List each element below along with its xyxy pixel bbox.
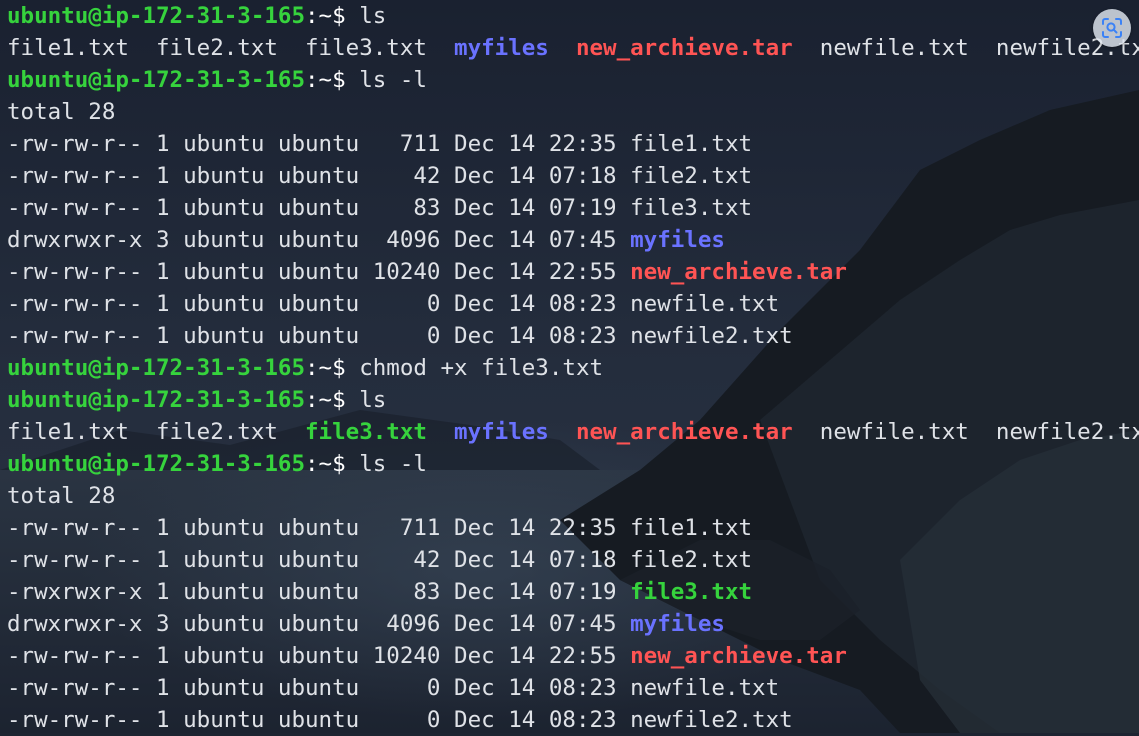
terminal-line: file1.txt file2.txt file3.txt myfiles ne… [7, 416, 1139, 448]
prompt-user-host: ubuntu@ip-172-31-3-165 [7, 355, 306, 381]
terminal-text: ls [359, 3, 387, 29]
terminal-line: -rw-rw-r-- 1 ubuntu ubuntu 83 Dec 14 07:… [7, 192, 1139, 224]
prompt-user-host: ubuntu@ip-172-31-3-165 [7, 3, 306, 29]
executable-file-name: file3.txt [305, 419, 427, 445]
terminal-line: -rwxrwxr-x 1 ubuntu ubuntu 83 Dec 14 07:… [7, 576, 1139, 608]
terminal-text: -rw-rw-r-- 1 ubuntu ubuntu 0 Dec 14 08:2… [7, 707, 793, 733]
terminal-line: -rw-rw-r-- 1 ubuntu ubuntu 42 Dec 14 07:… [7, 544, 1139, 576]
terminal-text: -rw-rw-r-- 1 ubuntu ubuntu 42 Dec 14 07:… [7, 163, 753, 189]
terminal-line: file1.txt file2.txt file3.txt myfiles ne… [7, 32, 1139, 64]
directory-name: myfiles [454, 35, 549, 61]
prompt-path: :~$ [305, 387, 360, 413]
prompt-user-host: ubuntu@ip-172-31-3-165 [7, 451, 306, 477]
terminal-text: -rw-rw-r-- 1 ubuntu ubuntu 0 Dec 14 08:2… [7, 291, 780, 317]
terminal-text: ls -l [359, 451, 427, 477]
archive-file-name: new_archieve.tar [575, 419, 793, 445]
prompt-path: :~$ [305, 355, 360, 381]
terminal-text: file1.txt file2.txt [7, 419, 306, 445]
prompt-path: :~$ [305, 3, 360, 29]
terminal-text: total 28 [7, 99, 116, 125]
terminal-line: drwxrwxr-x 3 ubuntu ubuntu 4096 Dec 14 0… [7, 608, 1139, 640]
terminal-text: newfile.txt newfile2.txt [792, 35, 1139, 61]
terminal-line: -rw-rw-r-- 1 ubuntu ubuntu 0 Dec 14 08:2… [7, 672, 1139, 704]
terminal-text: -rwxrwxr-x 1 ubuntu ubuntu 83 Dec 14 07:… [7, 579, 631, 605]
terminal-text: -rw-rw-r-- 1 ubuntu ubuntu 10240 Dec 14 … [7, 643, 631, 669]
directory-name: myfiles [630, 611, 725, 637]
terminal-line: -rw-rw-r-- 1 ubuntu ubuntu 0 Dec 14 08:2… [7, 320, 1139, 352]
terminal-text: ls [359, 387, 387, 413]
terminal-text: -rw-rw-r-- 1 ubuntu ubuntu 711 Dec 14 22… [7, 515, 753, 541]
archive-file-name: new_archieve.tar [630, 259, 847, 285]
directory-name: myfiles [630, 227, 725, 253]
terminal-line: total 28 [7, 480, 1139, 512]
prompt-user-host: ubuntu@ip-172-31-3-165 [7, 67, 306, 93]
terminal-text: newfile.txt newfile2.txt [792, 419, 1139, 445]
terminal-text: ls -l [359, 67, 427, 93]
prompt-path: :~$ [305, 451, 360, 477]
terminal-line: ubuntu@ip-172-31-3-165:~$ ls [7, 384, 1139, 416]
executable-file-name: file3.txt [630, 579, 753, 605]
visual-lookup-button[interactable] [1093, 9, 1131, 47]
terminal-line: -rw-rw-r-- 1 ubuntu ubuntu 42 Dec 14 07:… [7, 160, 1139, 192]
terminal-text: drwxrwxr-x 3 ubuntu ubuntu 4096 Dec 14 0… [7, 611, 631, 637]
prompt-path: :~$ [305, 67, 360, 93]
terminal-line: -rw-rw-r-- 1 ubuntu ubuntu 711 Dec 14 22… [7, 512, 1139, 544]
terminal-text: -rw-rw-r-- 1 ubuntu ubuntu 711 Dec 14 22… [7, 131, 753, 157]
terminal-line: -rw-rw-r-- 1 ubuntu ubuntu 10240 Dec 14 … [7, 256, 1139, 288]
terminal-text: -rw-rw-r-- 1 ubuntu ubuntu 83 Dec 14 07:… [7, 195, 753, 221]
terminal-line: -rw-rw-r-- 1 ubuntu ubuntu 0 Dec 14 08:2… [7, 704, 1139, 736]
terminal-text: -rw-rw-r-- 1 ubuntu ubuntu 0 Dec 14 08:2… [7, 323, 793, 349]
archive-file-name: new_archieve.tar [575, 35, 793, 61]
terminal-line: ubuntu@ip-172-31-3-165:~$ chmod +x file3… [7, 352, 1139, 384]
terminal-text: -rw-rw-r-- 1 ubuntu ubuntu 42 Dec 14 07:… [7, 547, 753, 573]
terminal-text: -rw-rw-r-- 1 ubuntu ubuntu 0 Dec 14 08:2… [7, 675, 780, 701]
directory-name: myfiles [454, 419, 549, 445]
terminal-line: ubuntu@ip-172-31-3-165:~$ ls [7, 0, 1139, 32]
visual-lookup-icon [1102, 18, 1122, 38]
terminal-line: drwxrwxr-x 3 ubuntu ubuntu 4096 Dec 14 0… [7, 224, 1139, 256]
terminal-line: total 28 [7, 96, 1139, 128]
terminal-line: ubuntu@ip-172-31-3-165:~$ ls -l [7, 448, 1139, 480]
terminal-line: -rw-rw-r-- 1 ubuntu ubuntu 711 Dec 14 22… [7, 128, 1139, 160]
terminal-line: ubuntu@ip-172-31-3-165:~$ ls -l [7, 64, 1139, 96]
prompt-user-host: ubuntu@ip-172-31-3-165 [7, 387, 306, 413]
terminal-line: -rw-rw-r-- 1 ubuntu ubuntu 10240 Dec 14 … [7, 640, 1139, 672]
terminal-line: -rw-rw-r-- 1 ubuntu ubuntu 0 Dec 14 08:2… [7, 288, 1139, 320]
terminal-text: total 28 [7, 483, 116, 509]
terminal-text: drwxrwxr-x 3 ubuntu ubuntu 4096 Dec 14 0… [7, 227, 631, 253]
terminal-text: -rw-rw-r-- 1 ubuntu ubuntu 10240 Dec 14 … [7, 259, 631, 285]
archive-file-name: new_archieve.tar [630, 643, 847, 669]
terminal-text: file1.txt file2.txt file3.txt [7, 35, 455, 61]
terminal-output[interactable]: ubuntu@ip-172-31-3-165:~$ ls file1.txt fi… [0, 0, 1139, 733]
terminal-text: chmod +x file3.txt [359, 355, 604, 381]
